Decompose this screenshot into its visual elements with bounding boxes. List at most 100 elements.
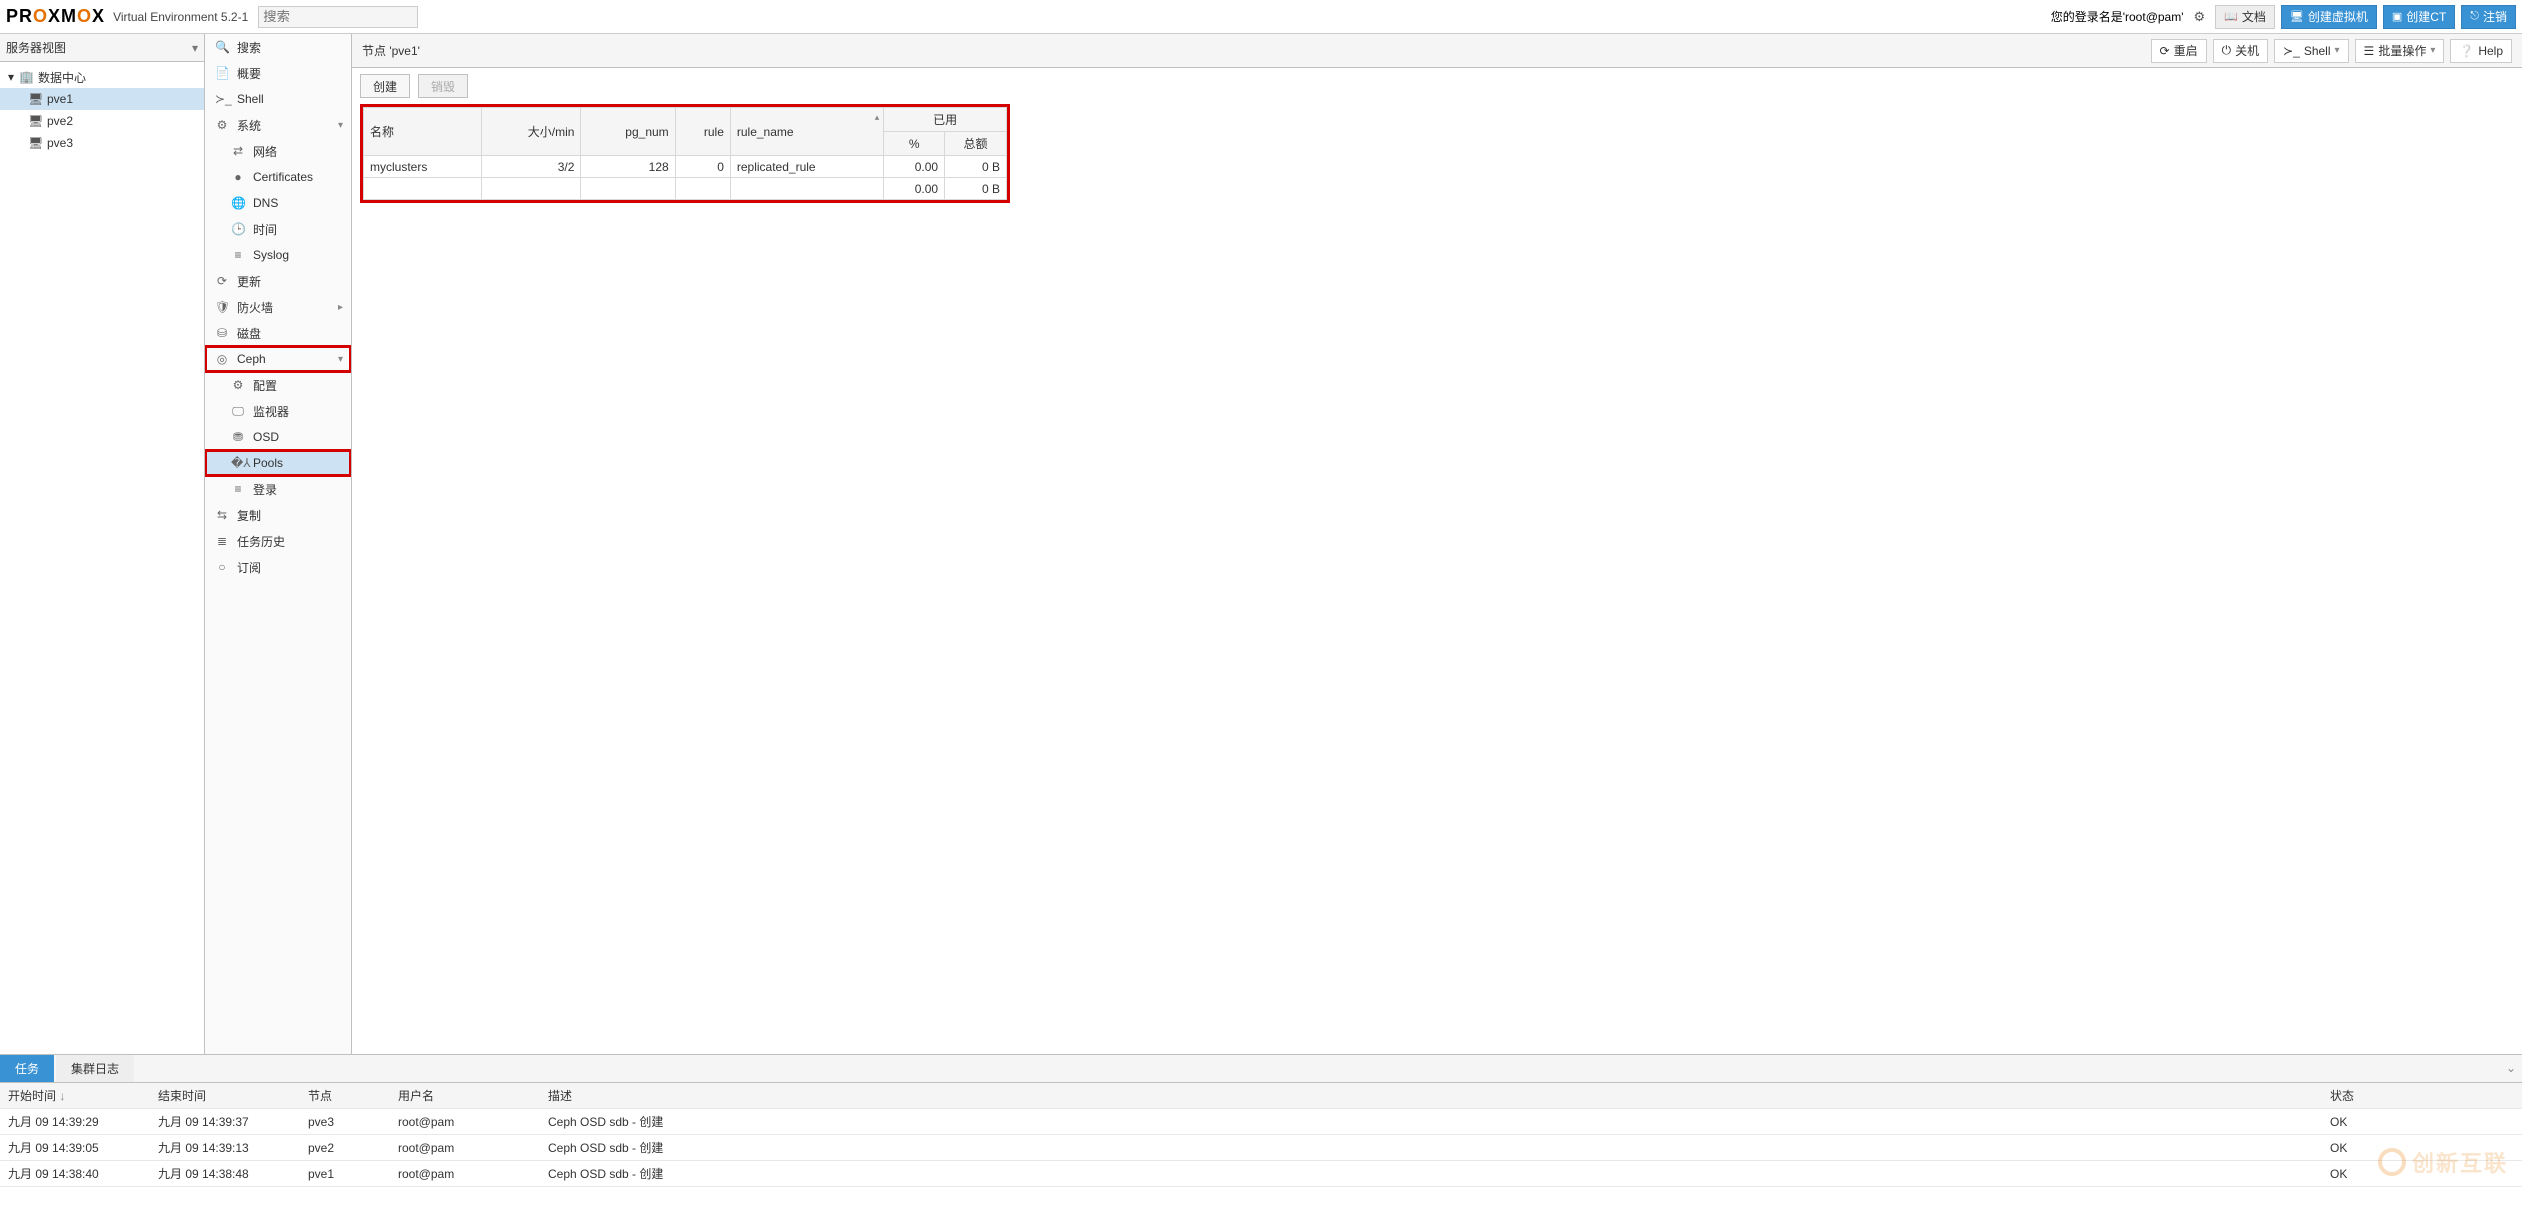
btn-label: Help xyxy=(2478,44,2503,58)
cell-pct: 0.00 xyxy=(884,156,945,178)
menu-ceph-config[interactable]: ⚙配置 xyxy=(205,372,351,398)
logo-text3: X xyxy=(92,6,105,27)
menu-subscription[interactable]: ○订阅 xyxy=(205,554,351,580)
logo: PROXMOX xyxy=(6,6,105,27)
log-row[interactable]: 九月 09 14:38:40 九月 09 14:38:48 pve1 root@… xyxy=(0,1161,2522,1187)
server-icon: 🖥 xyxy=(28,114,42,128)
col-used-group[interactable]: 已用 xyxy=(884,108,1007,132)
help-button[interactable]: ❔Help xyxy=(2450,39,2512,63)
create-ct-button[interactable]: ▣创建CT xyxy=(2383,5,2455,29)
menu-certificates[interactable]: ●Certificates xyxy=(205,164,351,190)
col-name[interactable]: 名称 xyxy=(364,108,482,156)
tree-node-pve3[interactable]: 🖥 pve3 xyxy=(0,132,204,154)
top-header: PROXMOX Virtual Environment 5.2-1 您的登录名是… xyxy=(0,0,2522,34)
hdd-icon: ⛃ xyxy=(231,430,245,444)
cell-name xyxy=(364,178,482,200)
cell-desc: Ceph OSD sdb - 创建 xyxy=(540,1161,2322,1187)
menu-disk[interactable]: ⛁磁盘 xyxy=(205,320,351,346)
book-icon: 📄 xyxy=(215,66,229,80)
log-tabs: 任务 集群日志 xyxy=(0,1055,2522,1083)
view-label: 服务器视图 xyxy=(6,39,66,56)
menu-update[interactable]: ⟳更新 xyxy=(205,268,351,294)
btn-label: 重启 xyxy=(2174,42,2198,59)
collapse-icon[interactable]: ⌄ xyxy=(2506,1061,2516,1075)
tree-node-pve2[interactable]: 🖥 pve2 xyxy=(0,110,204,132)
col-size[interactable]: 大小/min xyxy=(481,108,581,156)
menu-firewall[interactable]: 🛡防火墙▸ xyxy=(205,294,351,320)
bulk-dropdown[interactable]: ☰批量操作▾ xyxy=(2355,39,2445,63)
col-user[interactable]: 用户名 xyxy=(390,1083,540,1109)
cell-name: myclusters xyxy=(364,156,482,178)
table-row[interactable]: 0.00 0 B xyxy=(364,178,1007,200)
table-row[interactable]: myclusters 3/2 128 0 replicated_rule 0.0… xyxy=(364,156,1007,178)
logo-o1: O xyxy=(33,6,48,27)
menu-ceph-monitor[interactable]: 🖵监视器 xyxy=(205,398,351,424)
logo-text2: XM xyxy=(48,6,77,27)
shutdown-button[interactable]: ⏻关机 xyxy=(2213,39,2269,63)
col-pct[interactable]: % xyxy=(884,132,945,156)
menu-system[interactable]: ⚙系统▾ xyxy=(205,112,351,138)
cell-pct: 0.00 xyxy=(884,178,945,200)
node-label: pve1 xyxy=(47,92,73,106)
col-desc[interactable]: 描述 xyxy=(540,1083,2322,1109)
cell-rule: 0 xyxy=(675,156,730,178)
cell-pgnum xyxy=(581,178,675,200)
shell-dropdown[interactable]: ≻_Shell▾ xyxy=(2274,39,2348,63)
col-end[interactable]: 结束时间 xyxy=(150,1083,300,1109)
tree-datacenter[interactable]: ▾ 🏢 数据中心 xyxy=(0,66,204,88)
cell-node: pve2 xyxy=(300,1135,390,1161)
network-icon: ⇄ xyxy=(231,144,245,158)
menu-label: 概要 xyxy=(237,65,261,82)
tree-node-pve1[interactable]: 🖥 pve1 xyxy=(0,88,204,110)
col-pgnum[interactable]: pg_num xyxy=(581,108,675,156)
menu-ceph[interactable]: ◎Ceph▾ xyxy=(205,346,351,372)
col-status[interactable]: 状态 xyxy=(2322,1083,2522,1109)
menu-label: 磁盘 xyxy=(237,325,261,342)
cell-status: OK xyxy=(2322,1109,2522,1135)
col-node[interactable]: 节点 xyxy=(300,1083,390,1109)
docs-button[interactable]: 📖文档 xyxy=(2215,5,2275,29)
server-icon: 🖥 xyxy=(28,92,42,106)
logout-button[interactable]: ⎋注销 xyxy=(2461,5,2516,29)
tab-cluster-log[interactable]: 集群日志 xyxy=(56,1055,134,1082)
menu-summary[interactable]: 📄 概要 xyxy=(205,60,351,86)
col-rule[interactable]: rule xyxy=(675,108,730,156)
menu-label: 任务历史 xyxy=(237,533,285,550)
menu-ceph-pools[interactable]: �⅄Pools xyxy=(205,450,351,476)
menu-replication[interactable]: ⇆复制 xyxy=(205,502,351,528)
cell-status: OK xyxy=(2322,1135,2522,1161)
menu-ceph-log[interactable]: ≡登录 xyxy=(205,476,351,502)
menu-label: DNS xyxy=(253,196,278,210)
col-rulename[interactable]: rule_name xyxy=(730,108,883,156)
col-total[interactable]: 总额 xyxy=(945,132,1007,156)
menu-syslog[interactable]: ≡Syslog xyxy=(205,242,351,268)
cell-user: root@pam xyxy=(390,1109,540,1135)
book-icon: 📖 xyxy=(2224,10,2238,23)
restart-button[interactable]: ⟳重启 xyxy=(2151,39,2207,63)
menu-search[interactable]: 🔍搜索 xyxy=(205,34,351,60)
menu-shell[interactable]: ≻_Shell xyxy=(205,86,351,112)
menu-ceph-osd[interactable]: ⛃OSD xyxy=(205,424,351,450)
global-search-input[interactable] xyxy=(258,6,418,28)
log-row[interactable]: 九月 09 14:39:29 九月 09 14:39:37 pve3 root@… xyxy=(0,1109,2522,1135)
menu-time[interactable]: 🕒时间 xyxy=(205,216,351,242)
log-row[interactable]: 九月 09 14:39:05 九月 09 14:39:13 pve2 root@… xyxy=(0,1135,2522,1161)
chevron-down-icon: ▾ xyxy=(338,354,343,365)
view-selector[interactable]: 服务器视图 ▾ xyxy=(0,34,204,62)
col-start[interactable]: 开始时间 xyxy=(0,1083,150,1109)
create-button[interactable]: 创建 xyxy=(360,74,410,98)
cell-status: OK xyxy=(2322,1161,2522,1187)
power-icon: ⏻ xyxy=(2222,43,2232,58)
gear-icon[interactable]: ⚙ xyxy=(2190,9,2210,25)
menu-taskhistory[interactable]: ≣任务历史 xyxy=(205,528,351,554)
tab-tasks[interactable]: 任务 xyxy=(0,1055,54,1082)
cell-node: pve3 xyxy=(300,1109,390,1135)
create-vm-button[interactable]: 🖥创建虚拟机 xyxy=(2281,5,2377,29)
menu-label: Syslog xyxy=(253,248,289,262)
menu-label: 订阅 xyxy=(237,559,261,576)
gears-icon: ⚙ xyxy=(215,118,229,132)
pools-grid: 名称 大小/min pg_num rule rule_name 已用 % 总额 xyxy=(363,107,1007,200)
menu-dns[interactable]: 🌐DNS xyxy=(205,190,351,216)
menu-label: Pools xyxy=(253,456,283,470)
menu-network[interactable]: ⇄网络 xyxy=(205,138,351,164)
